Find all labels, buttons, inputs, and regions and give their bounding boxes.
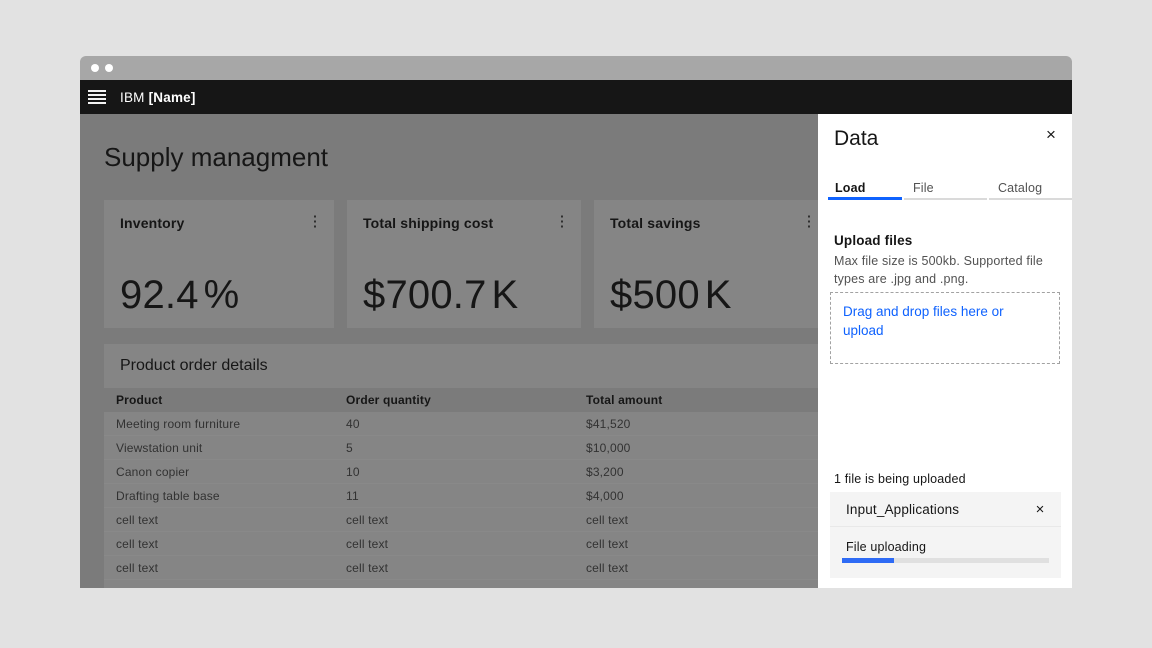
window-control-dot[interactable] [91, 64, 99, 72]
brand-suffix: [Name] [149, 90, 196, 105]
upload-files-description: Max file size is 500kb. Supported file t… [834, 252, 1063, 288]
menu-icon [88, 90, 106, 104]
panel-title: Data [834, 127, 878, 151]
tab-catalog[interactable]: Catalog [989, 176, 1072, 200]
file-dropzone[interactable]: Drag and drop files here or upload [830, 292, 1060, 364]
close-icon[interactable]: × [1038, 122, 1064, 148]
window-titlebar [80, 56, 1072, 80]
dropzone-upload-link[interactable]: Drag and drop files here or upload [843, 302, 1023, 340]
upload-files-heading: Upload files [834, 233, 912, 248]
hamburger-menu-button[interactable] [80, 80, 114, 114]
tab-file[interactable]: File [904, 176, 987, 200]
upload-status-message: 1 file is being uploaded [834, 472, 966, 486]
app-window: IBM [Name] Supply managment Inventory ⋮ 9… [80, 56, 1072, 588]
header-brand: IBM [Name] [120, 90, 196, 105]
main-content: Supply managment Inventory ⋮ 92.4% Total… [80, 114, 818, 588]
uploading-file-item: Input_Applications × File uploading [830, 492, 1061, 578]
upload-progress-bar [842, 558, 1049, 563]
window-control-dot[interactable] [105, 64, 113, 72]
modal-overlay[interactable] [80, 114, 818, 588]
file-name: Input_Applications [846, 502, 959, 517]
upload-progress-fill [842, 558, 894, 563]
file-upload-state-label: File uploading [846, 540, 926, 554]
file-name-row: Input_Applications × [830, 492, 1061, 527]
panel-tabs: Load File Catalog [828, 176, 1072, 200]
cancel-upload-icon[interactable]: × [1029, 498, 1051, 520]
data-side-panel: Data × Load File Catalog Upload files Ma… [818, 114, 1072, 588]
brand-prefix: IBM [120, 90, 145, 105]
tab-load[interactable]: Load [828, 176, 902, 200]
app-header: IBM [Name] [80, 80, 1072, 114]
